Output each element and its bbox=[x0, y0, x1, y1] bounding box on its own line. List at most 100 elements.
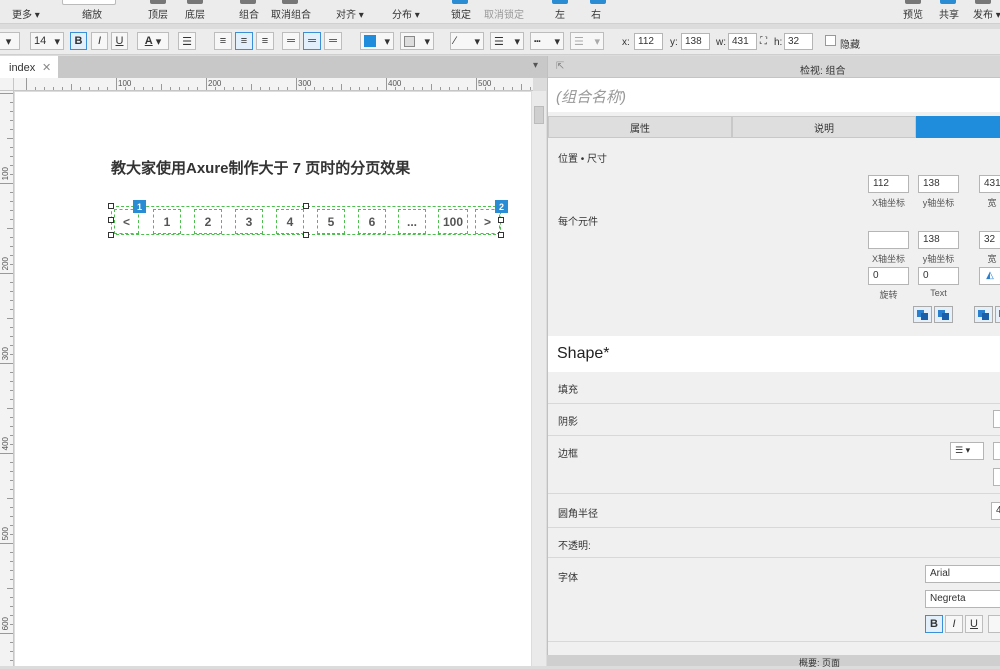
border-width-dropdown[interactable]: ☰ ▾ bbox=[950, 442, 984, 460]
element-y-input[interactable]: 138 bbox=[918, 231, 959, 249]
underline-button[interactable]: U bbox=[111, 32, 128, 50]
flip-icon[interactable]: ◭ bbox=[979, 267, 1000, 285]
tab-list-icon[interactable]: ▾ bbox=[533, 60, 538, 71]
align-left-icon[interactable]: ≡ bbox=[214, 32, 232, 50]
top-layer-button[interactable]: 顶层 bbox=[148, 6, 168, 21]
group-y-input[interactable]: 138 bbox=[918, 175, 959, 193]
preview-button[interactable]: 预览 bbox=[903, 6, 923, 21]
border-color-button[interactable] bbox=[993, 442, 1000, 460]
hide-checkbox[interactable] bbox=[825, 35, 836, 46]
canvas-scrollbar[interactable] bbox=[532, 91, 546, 666]
page-button[interactable]: 6 bbox=[358, 209, 386, 234]
canvas-title[interactable]: 教大家使用Axure制作大于 7 页时的分页效果 bbox=[111, 157, 410, 178]
ungroup-button[interactable]: 取消组合 bbox=[271, 6, 311, 21]
align-menu[interactable]: 对齐 ▾ bbox=[336, 6, 364, 21]
publish-menu[interactable]: 发布 ▾ bbox=[973, 6, 1000, 21]
page-button[interactable]: 5 bbox=[317, 209, 345, 234]
lock-ratio-icon[interactable]: ⛶ bbox=[760, 36, 767, 47]
align-center-icon[interactable]: ≡ bbox=[235, 32, 253, 50]
resize-handle[interactable] bbox=[303, 232, 309, 238]
ruler-tick bbox=[35, 87, 36, 90]
collapse-arrow-icon[interactable]: ⇱ bbox=[556, 61, 564, 72]
unlock-button[interactable]: 取消锁定 bbox=[484, 6, 524, 21]
element-w-input[interactable]: 32 bbox=[979, 231, 1000, 249]
border-section[interactable]: 边框 ☰ ▾ bbox=[548, 436, 1000, 494]
border-style-button[interactable] bbox=[993, 468, 1000, 486]
resize-handle[interactable] bbox=[108, 232, 114, 238]
page-ellipsis[interactable]: ... bbox=[398, 209, 426, 234]
shadow-button[interactable]: ▾ bbox=[400, 32, 434, 50]
tab-index[interactable]: index ✕ bbox=[0, 56, 58, 78]
zoom-label[interactable]: 缩放 bbox=[82, 6, 102, 21]
font-size-dropdown[interactable]: 14 ▾ bbox=[30, 32, 64, 50]
line-color-button[interactable]: ∕ ▾ bbox=[450, 32, 484, 50]
bring-to-front-icon[interactable] bbox=[974, 306, 993, 323]
element-x-input[interactable] bbox=[868, 231, 909, 249]
shadow-section[interactable]: 阴影 bbox=[548, 404, 1000, 436]
resize-handle[interactable] bbox=[498, 232, 504, 238]
shadow-toggle[interactable] bbox=[993, 410, 1000, 428]
font-bold-button[interactable]: B bbox=[925, 615, 943, 633]
page-button[interactable]: 1 bbox=[153, 209, 181, 234]
group-button[interactable]: 组合 bbox=[239, 6, 259, 21]
font-underline-button[interactable]: U bbox=[965, 615, 983, 633]
font-color-icon[interactable] bbox=[988, 615, 1000, 633]
zoom-box[interactable] bbox=[62, 0, 116, 5]
x-input[interactable]: 112 bbox=[634, 33, 663, 50]
scrollbar-thumb[interactable] bbox=[534, 106, 544, 124]
tab-properties[interactable]: 属性 bbox=[548, 116, 732, 138]
send-backward-icon[interactable] bbox=[934, 306, 953, 323]
resize-handle[interactable] bbox=[498, 217, 504, 223]
text-rotate-input[interactable]: 0 bbox=[918, 267, 959, 285]
tab-notes[interactable]: 说明 bbox=[732, 116, 916, 138]
line-style-button[interactable]: ┅ ▾ bbox=[530, 32, 564, 50]
rotate-input[interactable]: 0 bbox=[868, 267, 909, 285]
lock-button[interactable]: 锁定 bbox=[451, 6, 471, 21]
arrow-style-button[interactable]: ☰ ▾ bbox=[570, 32, 604, 50]
resize-handle[interactable] bbox=[303, 203, 309, 209]
design-canvas[interactable] bbox=[15, 92, 531, 666]
line-width-button[interactable]: ☰ ▾ bbox=[490, 32, 524, 50]
valign-bottom-icon[interactable]: ═ bbox=[324, 32, 342, 50]
distribute-menu[interactable]: 分布 ▾ bbox=[392, 6, 420, 21]
more-menu[interactable]: 更多 ▾ bbox=[12, 6, 40, 21]
send-to-back-icon[interactable] bbox=[995, 306, 1000, 323]
font-italic-button[interactable]: I bbox=[945, 615, 963, 633]
valign-middle-icon[interactable]: ═ bbox=[303, 32, 321, 50]
fill-color-button[interactable]: ▾ bbox=[360, 32, 394, 50]
bold-button[interactable]: B bbox=[70, 32, 87, 50]
y-input[interactable]: 138 bbox=[681, 33, 710, 50]
left-button[interactable]: 左 bbox=[555, 6, 565, 21]
font-family-input[interactable]: Arial bbox=[925, 565, 1000, 583]
right-button[interactable]: 右 bbox=[591, 6, 601, 21]
page-button[interactable]: 100 bbox=[438, 209, 468, 234]
align-right-icon[interactable]: ≡ bbox=[256, 32, 274, 50]
italic-button[interactable]: I bbox=[91, 32, 108, 50]
resize-handle[interactable] bbox=[108, 203, 114, 209]
page-button[interactable]: 3 bbox=[235, 209, 263, 234]
close-icon[interactable]: ✕ bbox=[42, 61, 51, 74]
group-x-input[interactable]: 112 bbox=[868, 175, 909, 193]
w-input[interactable]: 431 bbox=[728, 33, 757, 50]
page-button[interactable]: 2 bbox=[194, 209, 222, 234]
font-style-input[interactable]: Negreta bbox=[925, 590, 1000, 608]
resize-handle[interactable] bbox=[108, 217, 114, 223]
bring-forward-icon[interactable] bbox=[913, 306, 932, 323]
outline-panel-bar[interactable]: 概要: 页面 bbox=[547, 655, 1000, 668]
group-name-input[interactable]: (组合名称) bbox=[548, 78, 1000, 112]
share-button[interactable]: 共享 bbox=[939, 6, 959, 21]
ruler-tick bbox=[10, 381, 13, 382]
page-button[interactable]: 4 bbox=[276, 209, 304, 234]
valign-top-icon[interactable]: ═ bbox=[282, 32, 300, 50]
ruler-label: 400 bbox=[388, 79, 402, 88]
font-family-dropdown[interactable]: ▾ bbox=[0, 32, 20, 50]
h-input[interactable]: 32 bbox=[784, 33, 813, 50]
fill-section[interactable]: 填充 bbox=[548, 372, 1000, 404]
bottom-layer-button[interactable]: 底层 bbox=[185, 6, 205, 21]
pagination-group[interactable]: < 1 2 3 4 5 6 ... 100 > bbox=[111, 206, 501, 235]
group-w-input[interactable]: 431 bbox=[979, 175, 1000, 193]
font-color-button[interactable]: A ▾ bbox=[137, 32, 169, 50]
tab-style[interactable] bbox=[916, 116, 1000, 138]
corner-radius-input[interactable]: 4 bbox=[991, 502, 1000, 520]
bullet-list-icon[interactable]: ☰ bbox=[178, 32, 196, 50]
